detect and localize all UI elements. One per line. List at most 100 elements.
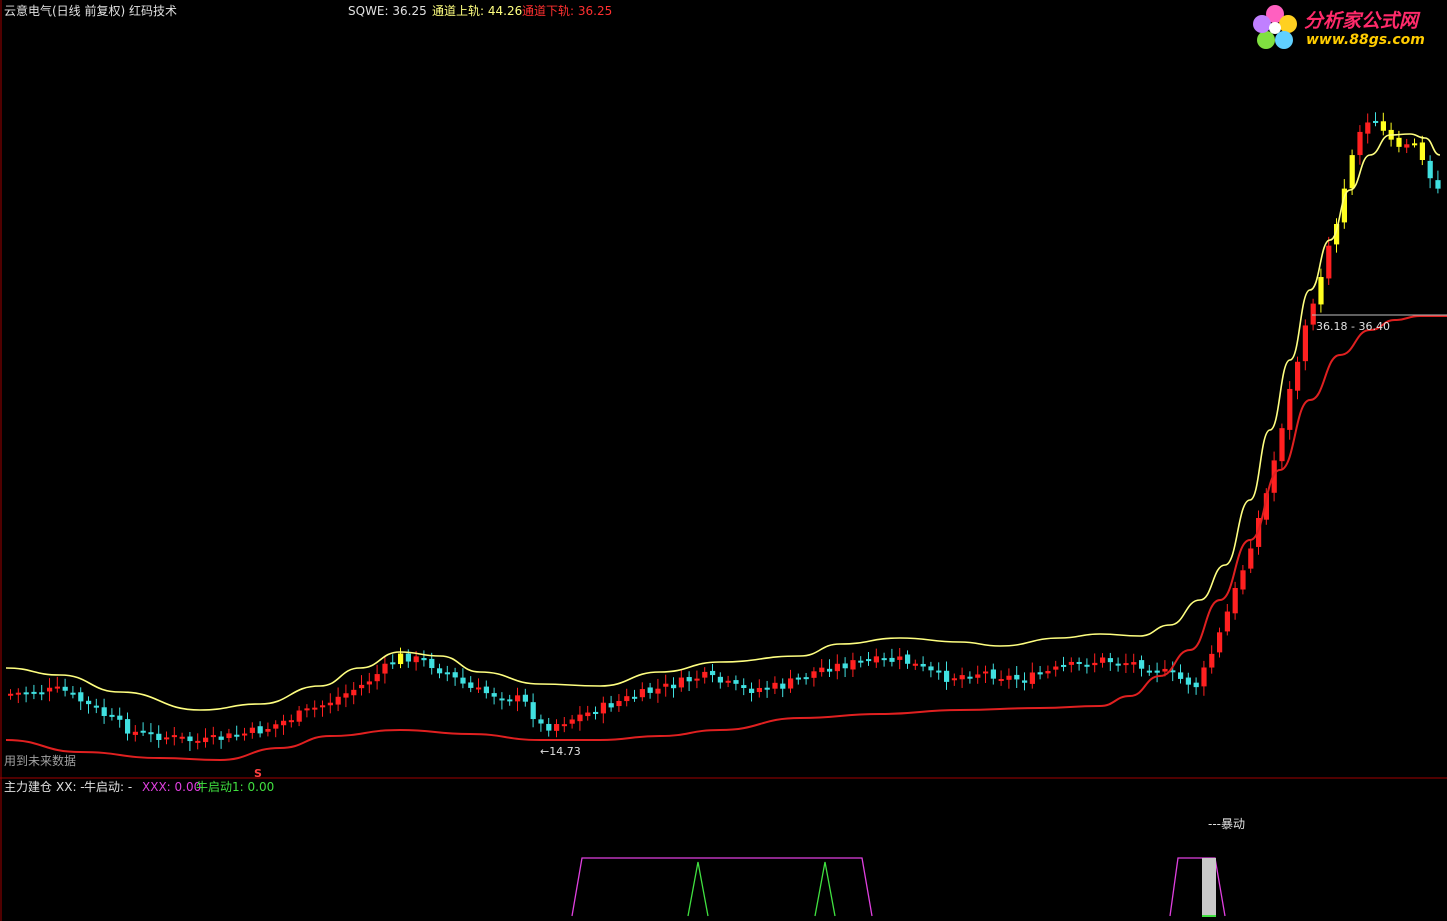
candle-body (990, 669, 996, 679)
candle-body (967, 676, 973, 679)
candle-body (93, 705, 99, 708)
candle-body (148, 732, 154, 735)
candle-body (312, 707, 318, 710)
candle-body (710, 670, 716, 676)
candle-body (1295, 361, 1301, 391)
candle-body (1185, 677, 1191, 685)
candle-body (975, 674, 981, 678)
candle-body (764, 687, 770, 690)
candle-body (772, 682, 778, 689)
candle-body (1006, 675, 1012, 680)
candle-body (959, 675, 965, 680)
candle-body (327, 702, 333, 706)
candle-body (460, 677, 466, 684)
candle-body (951, 678, 957, 681)
candle-body (452, 672, 458, 678)
candle-body (827, 668, 833, 672)
candle-body (140, 730, 146, 733)
candle-body (390, 662, 396, 665)
candle-body (608, 703, 614, 708)
candle-body (1279, 428, 1285, 462)
candle-body (1100, 657, 1106, 663)
candle-body (15, 692, 21, 695)
candle-body (335, 696, 341, 705)
candle-body (265, 728, 271, 732)
candle-body (600, 702, 606, 714)
candle-body (561, 724, 567, 727)
future-data-note: 用到未来数据 (4, 753, 76, 768)
candle-body (31, 691, 37, 694)
candle-body (616, 700, 622, 707)
candle-body (499, 698, 505, 701)
candle-body (678, 677, 684, 688)
candle-body (351, 689, 357, 696)
candle-body (1084, 664, 1090, 667)
candle-body (1146, 670, 1152, 673)
candle-body (1162, 668, 1168, 672)
xxx-value: XXX: 0.00 (142, 780, 202, 794)
candle-body (70, 692, 76, 695)
candle-body (429, 658, 435, 669)
candle-body (281, 720, 287, 726)
candle-body (1092, 662, 1098, 666)
candle-body (1232, 587, 1238, 614)
candle-body (1373, 120, 1379, 123)
candle-body (1380, 121, 1386, 131)
candle-body (109, 714, 115, 717)
baodong-label: ---暴动 (1208, 817, 1245, 831)
indicator-green-line (687, 861, 836, 917)
candle-body (1396, 137, 1402, 147)
candle-body (1427, 160, 1433, 179)
candle-body (585, 712, 591, 717)
candle-body (242, 733, 248, 736)
candle-body (86, 700, 92, 705)
candle-body (905, 654, 911, 664)
lower-band-line (5, 315, 1447, 762)
candle-body (889, 657, 895, 662)
candle-body (1107, 658, 1113, 663)
candle-body (507, 699, 513, 702)
candle-body (998, 679, 1004, 682)
baodong-bar (1202, 858, 1216, 916)
candle-body (1076, 661, 1082, 664)
candle-body (117, 715, 123, 720)
lower-band-value: 通道下轨: 36.25 (522, 4, 613, 18)
candle-body (320, 705, 326, 708)
candle-body (756, 687, 762, 693)
candle-body (101, 707, 107, 716)
candle-body (944, 670, 950, 682)
candle-body (1115, 663, 1121, 666)
candle-body (491, 693, 497, 697)
candle-body (1201, 667, 1207, 687)
candle-body (780, 683, 786, 689)
candle-body (171, 735, 177, 738)
candlestick-series (8, 112, 1441, 752)
candle-body (1419, 142, 1425, 160)
indicator-name: 主力建仓 (4, 780, 53, 794)
site-logo[interactable]: 分析家公式网 www.88gs.com (1248, 2, 1444, 54)
candle-body (125, 719, 131, 734)
candle-body (881, 658, 887, 661)
candle-body (1404, 144, 1410, 148)
candle-body (639, 689, 645, 698)
candle-body (546, 723, 552, 731)
candle-body (1037, 672, 1043, 675)
candle-body (343, 693, 349, 698)
candle-body (156, 733, 162, 741)
candle-body (717, 676, 723, 683)
candle-body (1139, 660, 1145, 669)
candle-body (702, 671, 708, 678)
candle-body (1154, 670, 1160, 673)
candle-body (1248, 548, 1254, 569)
candle-body (1014, 674, 1020, 680)
candle-body (1178, 672, 1184, 679)
chart-title: 云意电气(日线 前复权) 红码技术 (4, 4, 177, 18)
candle-body (834, 663, 840, 672)
candle-body (788, 678, 794, 689)
candle-body (187, 736, 193, 742)
candle-body (210, 735, 216, 738)
candle-body (1053, 666, 1059, 670)
candle-body (132, 731, 138, 735)
candle-body (647, 687, 653, 693)
candle-body (624, 696, 630, 702)
